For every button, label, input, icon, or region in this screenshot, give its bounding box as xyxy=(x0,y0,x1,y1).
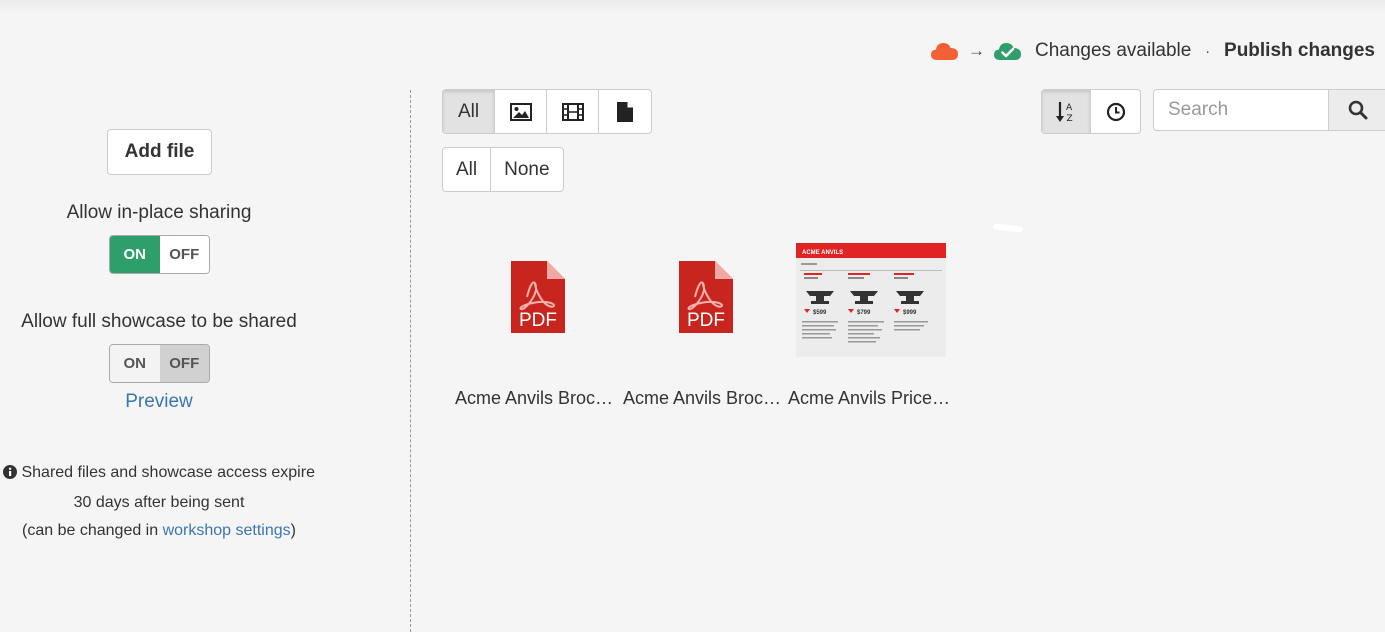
publish-changes-link[interactable]: Publish changes xyxy=(1224,40,1375,62)
filter-images-button[interactable] xyxy=(495,90,547,133)
in-place-sharing-label: Allow in-place sharing xyxy=(66,202,252,223)
pdf-icon: PDF xyxy=(623,236,788,358)
arrow-icon: → xyxy=(968,41,985,60)
preview-link[interactable]: Preview xyxy=(0,391,318,413)
info-line-3-prefix: (can be changed in xyxy=(22,522,163,539)
file-item[interactable]: PDF Acme Anvils Brochure xyxy=(623,236,788,409)
svg-text:Z: Z xyxy=(1067,114,1073,124)
thumb-price-3: $999 xyxy=(903,310,917,316)
info-line-2: 30 days after being sent xyxy=(73,494,245,511)
search-input[interactable] xyxy=(1153,89,1329,131)
toggle-off-option[interactable]: OFF xyxy=(159,345,209,382)
info-line-3-suffix: ) xyxy=(290,522,296,539)
thumb-brand: ACME ANVILS xyxy=(802,250,843,256)
filter-documents-button[interactable] xyxy=(599,90,651,133)
svg-text:PDF: PDF xyxy=(519,310,557,331)
thumb-price-1: $599 xyxy=(813,310,827,316)
full-showcase-toggle[interactable]: ON OFF xyxy=(109,344,210,383)
stray-mark xyxy=(992,223,1024,233)
select-none-button[interactable]: None xyxy=(491,148,562,191)
sort-recent-button[interactable] xyxy=(1091,90,1140,133)
toggle-on-option[interactable]: ON xyxy=(110,236,160,273)
toggle-on-option[interactable]: ON xyxy=(110,345,160,382)
film-icon xyxy=(561,102,584,121)
file-item[interactable]: PDF Acme Anvils Brochure xyxy=(455,236,620,409)
expiry-info: Shared files and showcase access expire … xyxy=(0,459,318,545)
clock-icon xyxy=(1106,102,1125,121)
file-name: Acme Anvils Price List xyxy=(788,388,953,408)
sort-alphabetical-button[interactable]: A Z xyxy=(1042,90,1091,133)
svg-text:A: A xyxy=(1066,103,1073,113)
thumb-price-2: $799 xyxy=(857,310,871,316)
file-name: Acme Anvils Brochure xyxy=(455,388,620,408)
cloud-check-icon xyxy=(993,41,1023,61)
publish-status-bar: → Changes available · Publish changes xyxy=(930,36,1375,66)
workshop-settings-link[interactable]: workshop settings xyxy=(163,522,291,539)
info-line-1: Shared files and showcase access expire xyxy=(21,464,315,481)
status-separator: · xyxy=(1205,43,1211,59)
document-icon xyxy=(617,101,633,122)
pdf-icon: PDF xyxy=(455,236,620,358)
file-name: Acme Anvils Brochure xyxy=(623,388,788,408)
selection-group: All None xyxy=(442,147,564,192)
filter-videos-button[interactable] xyxy=(547,90,599,133)
search-button[interactable] xyxy=(1328,89,1385,131)
sort-alpha-icon: A Z xyxy=(1056,101,1073,124)
top-shade xyxy=(0,0,1385,14)
in-place-sharing-toggle[interactable]: ON OFF xyxy=(109,235,210,274)
price-sheet-thumbnail: ACME ANVILS $599 $799 $999 xyxy=(788,236,953,358)
select-all-button[interactable]: All xyxy=(443,148,492,191)
filter-all-button[interactable]: All xyxy=(443,90,495,133)
panel-divider xyxy=(410,90,411,632)
sort-group: A Z xyxy=(1041,89,1141,134)
info-line-3: (can be changed in workshop settings) xyxy=(0,517,318,545)
search-icon xyxy=(1348,100,1368,120)
full-showcase-label: Allow full showcase to be shared xyxy=(21,311,297,332)
svg-text:PDF: PDF xyxy=(687,310,725,331)
file-item[interactable]: ACME ANVILS $599 $799 $999 Acme Anvils P… xyxy=(788,236,953,409)
add-file-button[interactable]: Add file xyxy=(107,129,212,175)
toggle-off-option[interactable]: OFF xyxy=(159,236,209,273)
changes-available-text: Changes available xyxy=(1035,40,1192,61)
type-filter-group: All xyxy=(442,89,652,134)
image-icon xyxy=(509,102,532,121)
info-icon xyxy=(3,461,18,489)
cloud-icon xyxy=(930,41,960,61)
